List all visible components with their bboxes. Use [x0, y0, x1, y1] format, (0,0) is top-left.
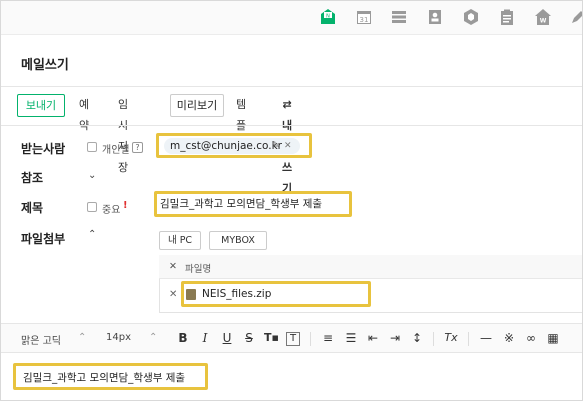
- cube-icon[interactable]: [462, 8, 480, 26]
- subject-label: 제목: [21, 201, 44, 215]
- filename-column-header: 파일명: [185, 264, 212, 275]
- font-family-stepper-icon[interactable]: ⌃: [78, 332, 86, 343]
- toolbar-separator: [433, 332, 434, 346]
- page-title: 메일쓰기: [21, 58, 69, 73]
- editor-toolbar: 맑은 고딕 ⌃ 14px ⌃ B I U S T▪ T ≡ ☰ ⇤ ⇥ ↕ Tx…: [1, 323, 582, 353]
- clear-format-icon[interactable]: Tx: [444, 331, 458, 344]
- reserve-button[interactable]: 예약: [79, 94, 89, 132]
- mail-icon[interactable]: N: [319, 8, 337, 26]
- remove-file-icon[interactable]: ✕: [169, 289, 177, 300]
- strikethrough-icon[interactable]: S: [242, 331, 256, 345]
- individual-label: 개인별: [102, 145, 130, 156]
- top-app-bar: N 31 W: [1, 1, 583, 35]
- table-icon[interactable]: ▦: [546, 331, 560, 345]
- individual-checkbox[interactable]: [87, 142, 97, 152]
- text-color-icon[interactable]: T▪: [264, 331, 279, 344]
- special-char-icon[interactable]: ※: [502, 331, 516, 345]
- bullet-list-icon[interactable]: ☰: [344, 331, 358, 345]
- highlight-box-attachment: [181, 281, 371, 307]
- house-icon[interactable]: W: [534, 8, 552, 26]
- highlight-box-recipient: [156, 133, 312, 158]
- outdent-icon[interactable]: ⇤: [366, 331, 380, 345]
- mail-compose-window: N 31 W 메일쓰기 보내기 예약 임시저장 미리보기 템플 ⇄ 내 쓰기 받…: [0, 0, 583, 401]
- divider: [1, 125, 582, 126]
- line-height-icon[interactable]: ↕: [410, 331, 424, 345]
- svg-text:N: N: [326, 14, 330, 20]
- highlight-box-body: [13, 363, 208, 390]
- remove-all-icon[interactable]: ✕: [169, 261, 177, 272]
- help-icon[interactable]: ?: [132, 142, 143, 153]
- save-draft-button[interactable]: 임시저장: [118, 94, 128, 174]
- pen-icon[interactable]: [569, 8, 583, 26]
- mybox-button[interactable]: MYBOX: [209, 231, 267, 250]
- svg-text:31: 31: [360, 16, 369, 24]
- indent-icon[interactable]: ⇥: [388, 331, 402, 345]
- bold-icon[interactable]: B: [176, 331, 190, 345]
- send-button[interactable]: 보내기: [17, 94, 65, 117]
- clipboard-icon[interactable]: [498, 8, 516, 26]
- svg-text:W: W: [540, 18, 547, 25]
- font-size-select[interactable]: 14px: [106, 332, 131, 343]
- horizontal-rule-icon[interactable]: —: [479, 331, 493, 345]
- calendar-icon[interactable]: 31: [355, 8, 373, 26]
- underline-icon[interactable]: U: [220, 331, 234, 345]
- chevron-up-icon[interactable]: ⌃: [88, 229, 96, 240]
- align-left-icon[interactable]: ≡: [321, 331, 335, 345]
- cc-label: 참조: [21, 171, 44, 185]
- important-mark: !: [123, 200, 128, 211]
- preview-button[interactable]: 미리보기: [170, 94, 224, 117]
- toolbar-separator: [310, 332, 311, 346]
- font-family-select[interactable]: 맑은 고딕: [21, 332, 61, 347]
- toolbar-separator: [468, 332, 469, 346]
- attachment-list-header: ✕ 파일명: [159, 255, 582, 279]
- my-pc-button[interactable]: 내 PC: [159, 231, 201, 250]
- text-background-icon[interactable]: T: [286, 332, 300, 346]
- write-to-me-button[interactable]: ⇄ 내게쓰기: [282, 94, 292, 195]
- template-button[interactable]: 템플릿: [236, 94, 246, 153]
- important-checkbox[interactable]: [87, 202, 97, 212]
- link-icon[interactable]: ∞: [524, 331, 538, 345]
- font-size-stepper-icon[interactable]: ⌃: [149, 332, 157, 343]
- important-label: 중요: [102, 205, 121, 216]
- highlight-box-subject: [154, 191, 352, 217]
- recipients-label: 받는사람: [21, 142, 66, 156]
- italic-icon[interactable]: I: [198, 331, 212, 345]
- contacts-icon[interactable]: [426, 8, 444, 26]
- chevron-down-icon[interactable]: ⌄: [88, 170, 96, 181]
- list-icon[interactable]: [390, 8, 408, 26]
- attach-label: 파일첨부: [21, 232, 66, 246]
- divider: [1, 86, 582, 87]
